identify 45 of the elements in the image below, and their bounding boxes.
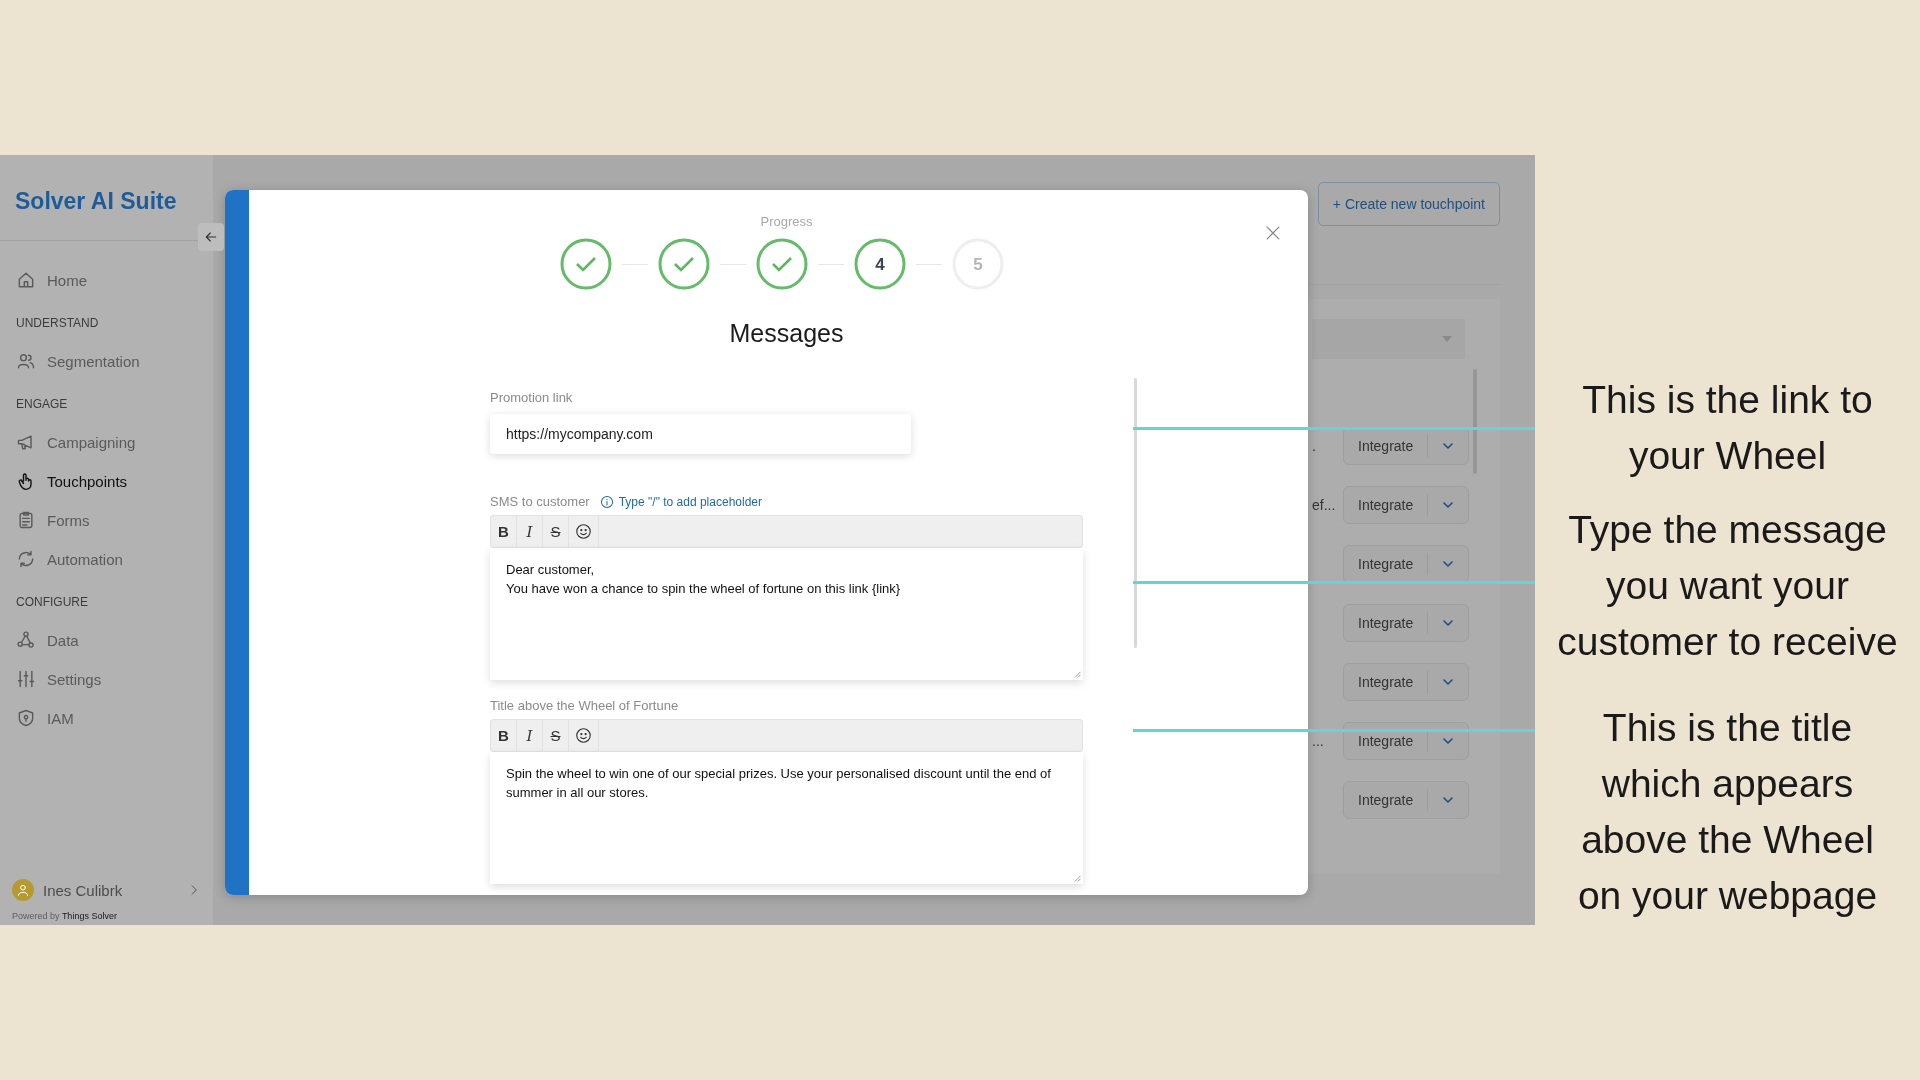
nav-item[interactable]: Data bbox=[0, 621, 213, 660]
integrate-button[interactable]: Integrate bbox=[1343, 781, 1469, 819]
annotation-text: Type the message you want your customer to receive bbox=[1556, 507, 1899, 665]
section-heading: ENGAGE bbox=[15, 396, 69, 413]
nav-item[interactable]: Automation bbox=[0, 540, 213, 579]
section-heading: UNDERSTAND bbox=[15, 315, 100, 332]
strikethrough-button[interactable]: S bbox=[543, 516, 569, 547]
upcoming-step: 5 bbox=[950, 237, 1005, 291]
nav-item[interactable]: IAM bbox=[0, 699, 213, 738]
integrate-button[interactable]: Integrate bbox=[1343, 663, 1469, 701]
user-menu[interactable]: Ines Culibrk bbox=[0, 871, 213, 909]
section-heading: CONFIGURE bbox=[15, 594, 89, 611]
field-label: Title above the Wheel of Fortune bbox=[490, 698, 679, 713]
text-editor[interactable]: Dear customer, You have won a chance to spin the wheel of fortune on this link {link} bbox=[490, 548, 1083, 680]
row-text: . bbox=[1312, 438, 1316, 454]
bold-button[interactable]: B bbox=[491, 720, 517, 751]
input-field[interactable]: https://mycompany.com bbox=[490, 414, 911, 454]
nav-item[interactable]: Campaigning bbox=[0, 423, 213, 462]
progress-label: Progress bbox=[759, 214, 814, 229]
nav-item[interactable]: Segmentation bbox=[0, 342, 213, 381]
field-label: SMS to customer bbox=[490, 494, 590, 509]
strikethrough-button[interactable]: S bbox=[543, 720, 569, 751]
integrate-button[interactable]: Integrate bbox=[1343, 604, 1469, 642]
row-text: ... bbox=[1312, 733, 1324, 749]
footer-link[interactable]: Things Solver bbox=[61, 911, 117, 921]
dialog-title: Messages bbox=[728, 319, 845, 348]
bold-button[interactable]: B bbox=[491, 516, 517, 547]
footer-text: Powered by Things Solver bbox=[11, 910, 118, 923]
field-label: Promotion link bbox=[490, 390, 573, 405]
nav-item[interactable]: Touchpoints bbox=[0, 462, 213, 501]
integrate-button[interactable]: Integrate bbox=[1343, 545, 1469, 583]
integrate-button[interactable]: Integrate bbox=[1343, 722, 1469, 760]
nav-item[interactable]: Forms bbox=[0, 501, 213, 540]
annotation-text: This is the title which appears above the Wheel on your webpage bbox=[1576, 705, 1879, 919]
italic-button[interactable]: I bbox=[517, 720, 543, 751]
annotation-text: This is the link to your Wheel bbox=[1581, 377, 1874, 479]
create-button[interactable]: + Create new touchpoint bbox=[1317, 182, 1500, 226]
nav-item[interactable]: Settings bbox=[0, 660, 213, 699]
text-editor[interactable]: Spin the wheel to win one of our special prizes. Use your personalised discount until the end of summer in all our stores. bbox=[490, 752, 1083, 884]
row-text: ef... bbox=[1312, 497, 1336, 513]
nav-item[interactable]: Home bbox=[0, 261, 213, 300]
current-step: 4 bbox=[852, 237, 907, 291]
italic-button[interactable]: I bbox=[517, 516, 543, 547]
integrate-button[interactable]: Integrate bbox=[1343, 486, 1469, 524]
hint-text: Type "/" to add placeholder bbox=[618, 494, 762, 509]
